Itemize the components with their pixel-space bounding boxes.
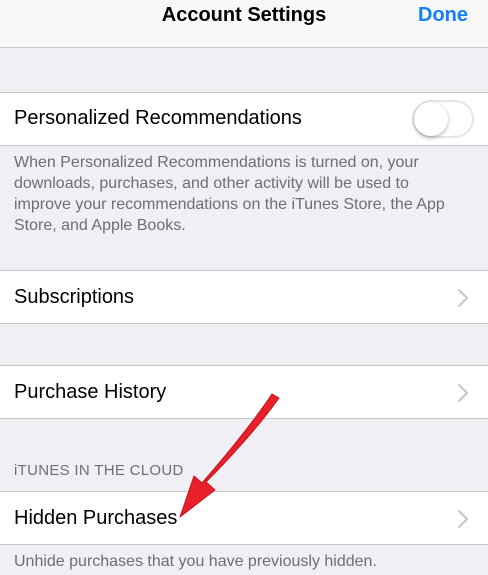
itunes-in-the-cloud-header: iTUNES IN THE CLOUD — [14, 462, 184, 479]
hidden-purchases-label: Hidden Purchases — [14, 507, 178, 529]
chevron-right-icon — [457, 509, 469, 529]
chevron-right-icon — [457, 288, 469, 308]
chevron-right-icon — [457, 383, 469, 403]
page-title: Account Settings — [161, 4, 327, 26]
recommendations-description: When Personalized Recommendations is tur… — [14, 154, 445, 234]
navigation-bar: Account Settings Done — [0, 0, 488, 48]
hidden-purchases-footer: Unhide purchases that you have previousl… — [14, 553, 377, 570]
personalized-recommendations-label: Personalized Recommendations — [14, 107, 302, 129]
purchase-history-label: Purchase History — [14, 381, 167, 403]
personalized-recommendations-toggle[interactable] — [412, 100, 474, 138]
subscriptions-label: Subscriptions — [14, 286, 135, 308]
subscriptions-row[interactable]: Subscriptions — [0, 270, 488, 324]
hidden-purchases-row[interactable]: Hidden Purchases — [0, 491, 488, 545]
purchase-history-row[interactable]: Purchase History — [0, 365, 488, 419]
toggle-knob — [414, 102, 448, 136]
personalized-recommendations-row: Personalized Recommendations — [0, 92, 488, 146]
done-button[interactable]: Done — [418, 4, 468, 27]
